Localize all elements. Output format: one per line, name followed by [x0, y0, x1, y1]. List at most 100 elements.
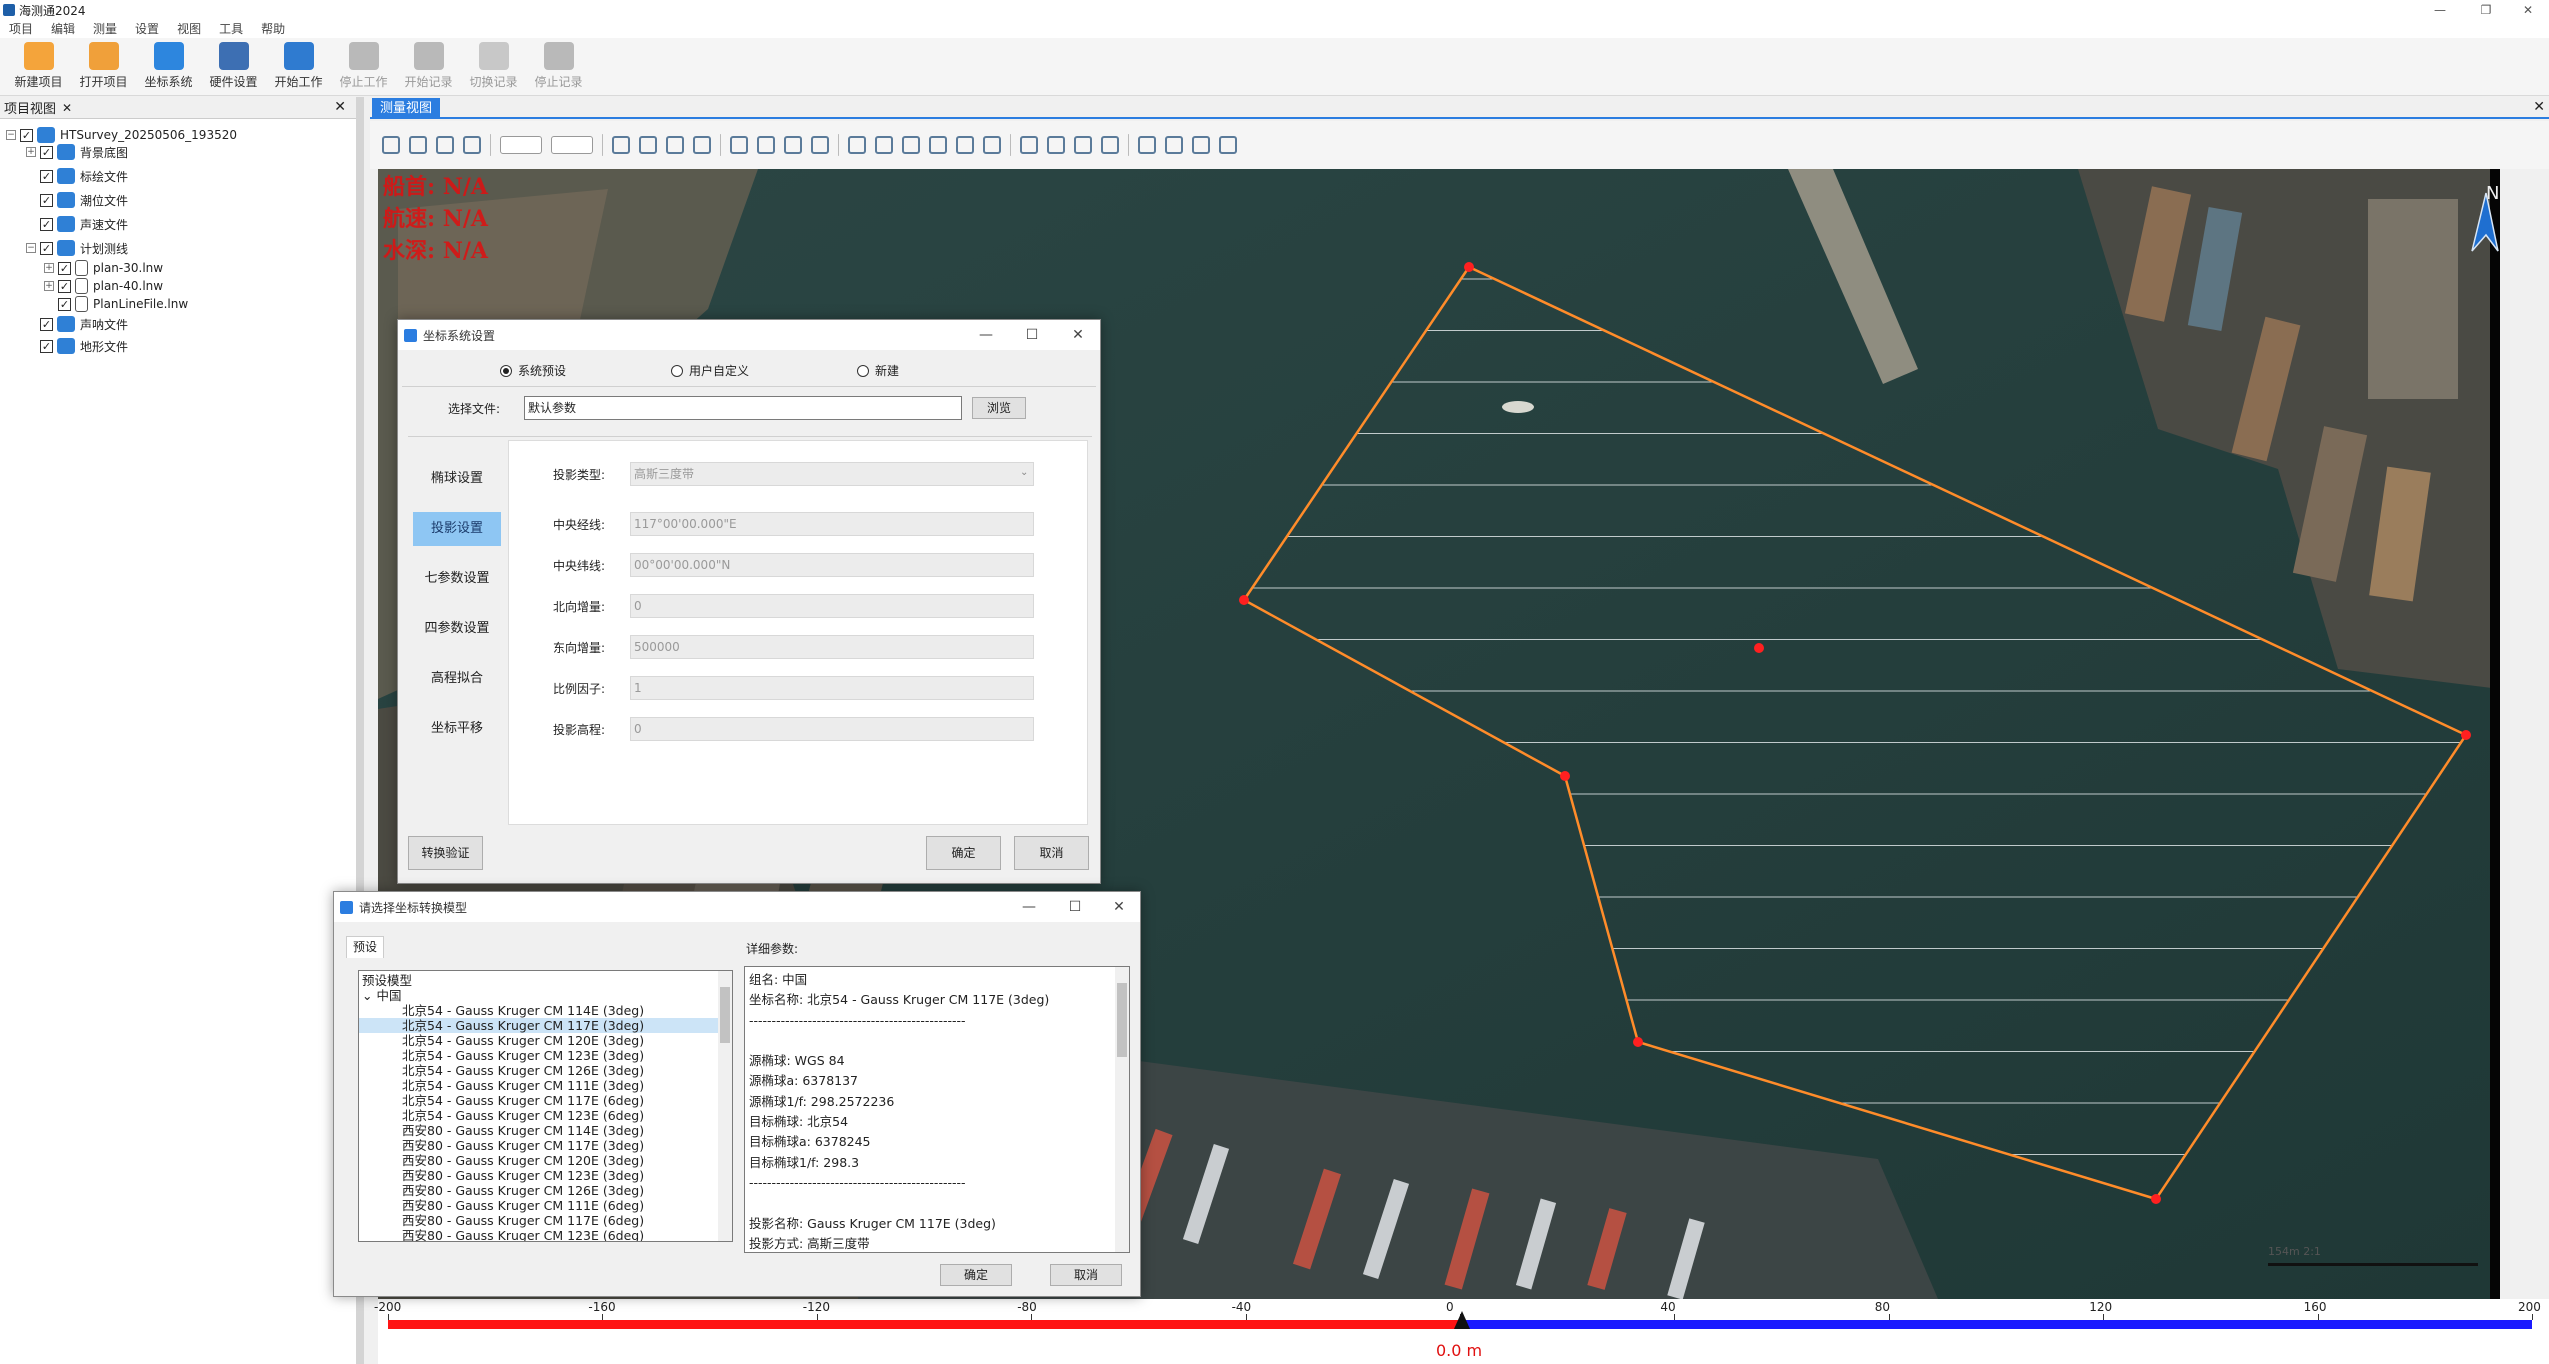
- map-tool-23[interactable]: [983, 136, 1001, 154]
- menu-measure[interactable]: 测量: [84, 20, 126, 38]
- map-tool-32[interactable]: [1192, 136, 1210, 154]
- restore-button[interactable]: ❐: [2466, 0, 2506, 20]
- vertex-point[interactable]: [1560, 771, 1570, 781]
- nav-item-0[interactable]: 椭球设置: [413, 462, 501, 496]
- model-item[interactable]: 西安80 - Gauss Kruger CM 114E (3deg): [359, 1123, 732, 1138]
- vertex-point[interactable]: [2461, 730, 2471, 740]
- vertex-point[interactable]: [1754, 643, 1764, 653]
- map-tool-33[interactable]: [1219, 136, 1237, 154]
- map-tool-9[interactable]: [639, 136, 657, 154]
- model-item[interactable]: 西安80 - Gauss Kruger CM 117E (6deg): [359, 1213, 732, 1228]
- checkbox[interactable]: ✓: [58, 261, 71, 275]
- nav-item-1[interactable]: 投影设置: [413, 512, 501, 546]
- tree-item-9[interactable]: ✓ 地形文件: [26, 337, 128, 355]
- detail-scrollbar[interactable]: [1115, 967, 1129, 1252]
- dialog-maximize-button[interactable]: ☐: [1009, 320, 1055, 350]
- tree-item-root[interactable]: − ✓ HTSurvey_20250506_193520: [6, 126, 237, 144]
- ribbon-button-5[interactable]: 停止工作: [331, 38, 396, 96]
- map-tool-28[interactable]: [1101, 136, 1119, 154]
- model-item[interactable]: 西安80 - Gauss Kruger CM 123E (6deg): [359, 1228, 732, 1241]
- checkbox[interactable]: ✓: [40, 217, 53, 231]
- ok-button[interactable]: 确定: [926, 836, 1001, 870]
- map-tool-30[interactable]: [1138, 136, 1156, 154]
- model-tree-scrollbar[interactable]: [718, 971, 732, 1241]
- field-input-1[interactable]: 117°00'00.000"E: [630, 512, 1034, 536]
- dialog-close-button[interactable]: ✕: [1055, 320, 1101, 350]
- field-input-3[interactable]: 0: [630, 594, 1034, 618]
- cancel-button[interactable]: 取消: [1014, 836, 1089, 870]
- model-item[interactable]: 北京54 - Gauss Kruger CM 117E (3deg): [359, 1018, 732, 1033]
- vertex-point[interactable]: [2151, 1194, 2161, 1204]
- map-tool-31[interactable]: [1165, 136, 1183, 154]
- tree-item-7[interactable]: ✓ PlanLineFile.lnw: [44, 295, 188, 313]
- map-tool-25[interactable]: [1020, 136, 1038, 154]
- projection-type-select[interactable]: 高斯三度带: [630, 462, 1034, 486]
- menu-view[interactable]: 视图: [168, 20, 210, 38]
- model-tree-group[interactable]: ⌄ 中国: [359, 988, 732, 1003]
- radio-new[interactable]: 新建: [857, 362, 899, 379]
- scroll-thumb[interactable]: [720, 987, 730, 1043]
- field-input-6[interactable]: 0: [630, 717, 1034, 741]
- nav-item-4[interactable]: 高程拟合: [413, 662, 501, 696]
- menu-settings[interactable]: 设置: [126, 20, 168, 38]
- dialog-close-button[interactable]: ✕: [1096, 892, 1142, 922]
- model-item[interactable]: 北京54 - Gauss Kruger CM 111E (3deg): [359, 1078, 732, 1093]
- verify-button[interactable]: 转换验证: [408, 836, 483, 870]
- model-cancel-button[interactable]: 取消: [1050, 1264, 1122, 1286]
- nav-item-3[interactable]: 四参数设置: [413, 612, 501, 646]
- menu-project[interactable]: 项目: [0, 20, 42, 38]
- model-item[interactable]: 西安80 - Gauss Kruger CM 120E (3deg): [359, 1153, 732, 1168]
- map-tool-3[interactable]: [463, 136, 481, 154]
- close-button[interactable]: ✕: [2508, 0, 2548, 20]
- map-tool-19[interactable]: [875, 136, 893, 154]
- tree-item-5[interactable]: + ✓ plan-30.lnw: [44, 259, 163, 277]
- ribbon-button-7[interactable]: 切换记录: [461, 38, 526, 96]
- ribbon-button-4[interactable]: 开始工作: [266, 38, 331, 96]
- tree-item-0[interactable]: + ✓ 背景底图: [26, 143, 128, 161]
- tree-item-6[interactable]: + ✓ plan-40.lnw: [44, 277, 163, 295]
- checkbox[interactable]: ✓: [40, 241, 53, 255]
- model-item[interactable]: 西安80 - Gauss Kruger CM 111E (6deg): [359, 1198, 732, 1213]
- field-input-5[interactable]: 1: [630, 676, 1034, 700]
- vertex-point[interactable]: [1239, 595, 1249, 605]
- browse-button[interactable]: 浏览: [972, 397, 1026, 419]
- tree-item-3[interactable]: ✓ 声速文件: [26, 215, 128, 233]
- model-item[interactable]: 西安80 - Gauss Kruger CM 123E (3deg): [359, 1168, 732, 1183]
- radio-user-defined[interactable]: 用户自定义: [671, 362, 749, 379]
- map-tool-27[interactable]: [1074, 136, 1092, 154]
- tree-item-4[interactable]: − ✓ 计划测线: [26, 239, 128, 257]
- nav-item-2[interactable]: 七参数设置: [413, 562, 501, 596]
- ribbon-button-1[interactable]: 打开项目: [71, 38, 136, 96]
- map-tool-0[interactable]: [382, 136, 400, 154]
- map-tool-20[interactable]: [902, 136, 920, 154]
- map-tool-1[interactable]: [409, 136, 427, 154]
- ribbon-button-3[interactable]: 硬件设置: [201, 38, 266, 96]
- radio-system-preset[interactable]: 系统预设: [500, 362, 566, 379]
- vertex-point[interactable]: [1464, 262, 1474, 272]
- field-input-2[interactable]: 00°00'00.000"N: [630, 553, 1034, 577]
- model-item[interactable]: 北京54 - Gauss Kruger CM 114E (3deg): [359, 1003, 732, 1018]
- minimize-button[interactable]: —: [2420, 0, 2460, 20]
- dialog-minimize-button[interactable]: —: [1006, 892, 1052, 922]
- model-item[interactable]: 北京54 - Gauss Kruger CM 126E (3deg): [359, 1063, 732, 1078]
- vertex-point[interactable]: [1633, 1037, 1643, 1047]
- model-item[interactable]: 西安80 - Gauss Kruger CM 117E (3deg): [359, 1138, 732, 1153]
- ribbon-button-0[interactable]: 新建项目: [6, 38, 71, 96]
- expander-icon[interactable]: +: [44, 263, 54, 273]
- checkbox[interactable]: ✓: [20, 128, 33, 142]
- model-item[interactable]: 北京54 - Gauss Kruger CM 120E (3deg): [359, 1033, 732, 1048]
- checkbox[interactable]: ✓: [58, 279, 71, 293]
- expander-icon[interactable]: +: [26, 147, 36, 157]
- map-tool-6[interactable]: [551, 136, 593, 154]
- model-item[interactable]: 北京54 - Gauss Kruger CM 123E (3deg): [359, 1048, 732, 1063]
- checkbox[interactable]: ✓: [40, 169, 53, 183]
- tree-item-8[interactable]: ✓ 声呐文件: [26, 315, 128, 333]
- checkbox[interactable]: ✓: [40, 145, 53, 159]
- map-tool-13[interactable]: [730, 136, 748, 154]
- map-tool-26[interactable]: [1047, 136, 1065, 154]
- project-panel-close-icon[interactable]: ✕: [334, 99, 346, 115]
- dialog-minimize-button[interactable]: —: [963, 320, 1009, 350]
- map-tool-2[interactable]: [436, 136, 454, 154]
- model-ok-button[interactable]: 确定: [940, 1264, 1012, 1286]
- scroll-thumb[interactable]: [1117, 983, 1127, 1057]
